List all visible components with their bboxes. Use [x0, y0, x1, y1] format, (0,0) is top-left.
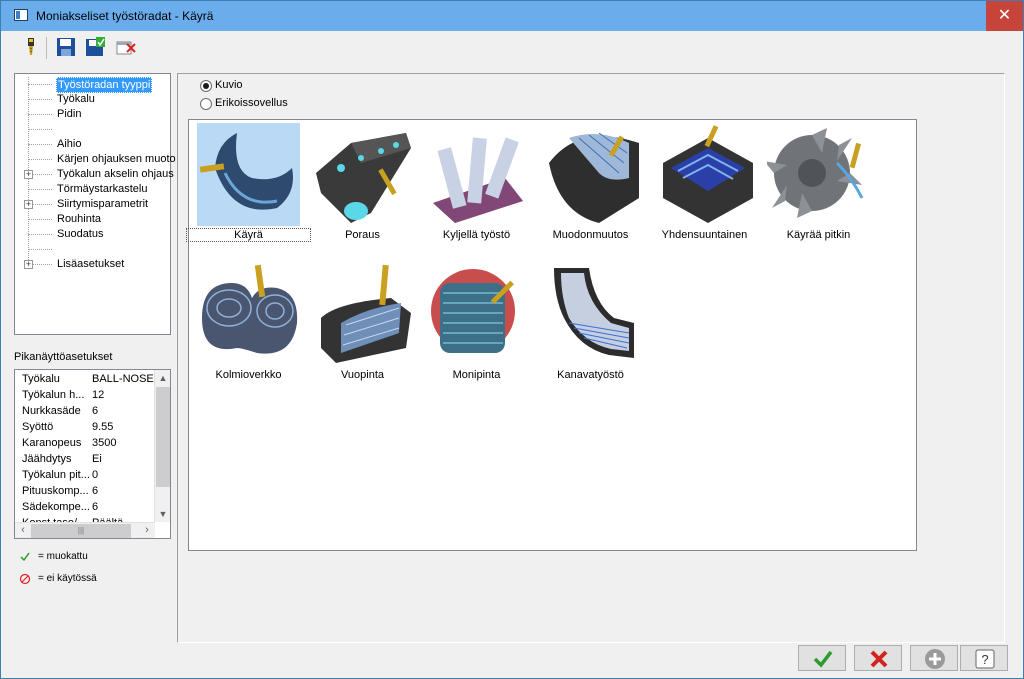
- tree-item-tool[interactable]: Työkalu: [15, 92, 170, 107]
- toolpath-swarf[interactable]: Kyljellä työstö: [425, 123, 537, 253]
- save-icon[interactable]: [55, 36, 77, 58]
- radio-button[interactable]: [200, 98, 212, 110]
- tree-item-tool-axis[interactable]: + Työkalun akselin ohjaus: [15, 167, 174, 182]
- grid-row[interactable]: Nurkkasäde 6: [15, 404, 155, 420]
- swarf-thumbnail: [425, 123, 528, 226]
- ok-icon: [813, 650, 833, 668]
- add-icon: [925, 649, 945, 669]
- window-title: Moniakseliset työstöradat - Käyrä: [36, 9, 214, 23]
- along-curve-thumbnail: [764, 123, 870, 226]
- drilling-thumbnail: [311, 123, 414, 226]
- grid-row[interactable]: Karanopeus 3500: [15, 436, 155, 452]
- app-icon: [14, 9, 28, 21]
- grid-row[interactable]: Pituuskomp... 6: [15, 484, 155, 500]
- delete-icon[interactable]: [115, 36, 137, 58]
- expand-icon[interactable]: +: [24, 200, 33, 209]
- cancel-button[interactable]: [854, 645, 902, 671]
- grid-row[interactable]: Työkalu BALL-NOSE ...: [15, 372, 166, 388]
- mesh-thumbnail: [197, 263, 300, 366]
- tree-item-empty: [15, 242, 170, 257]
- toolpath-flowline[interactable]: Vuopinta: [311, 263, 423, 393]
- help-icon: ?: [975, 649, 995, 669]
- morph-thumbnail: [539, 123, 642, 226]
- expand-icon[interactable]: +: [24, 260, 33, 269]
- radio-button[interactable]: [200, 80, 212, 92]
- tree-item-empty: [15, 122, 170, 137]
- toolpath-mesh[interactable]: Kolmioverkko: [197, 263, 309, 393]
- expand-icon[interactable]: +: [24, 170, 33, 179]
- vertical-scrollbar[interactable]: ▲ ▼: [154, 370, 170, 522]
- tree-item-filter[interactable]: Suodatus: [15, 227, 170, 242]
- title-bar[interactable]: Moniakseliset työstöradat - Käyrä ✕: [1, 1, 1023, 31]
- scroll-thumb[interactable]: |||: [31, 524, 131, 538]
- toolpath-parallel[interactable]: Yhdensuuntainen: [653, 123, 765, 253]
- ok-button[interactable]: [798, 645, 846, 671]
- toolbar: [1, 31, 1023, 65]
- cancel-icon: [870, 650, 888, 668]
- tree-item-collision[interactable]: Törmäystarkastelu: [15, 182, 170, 197]
- scroll-up-icon[interactable]: ▲: [155, 370, 170, 386]
- save-as-icon[interactable]: [84, 36, 106, 58]
- horizontal-scrollbar[interactable]: ‹ ||| ›: [15, 522, 155, 538]
- parallel-thumbnail: [653, 123, 756, 226]
- scroll-left-icon[interactable]: ‹: [15, 523, 31, 538]
- toolpath-along-curve[interactable]: Käyrää pitkin: [764, 123, 879, 253]
- quick-settings-grid[interactable]: Työkalu BALL-NOSE ... Työkalun h... 12 Nur…: [14, 369, 171, 539]
- help-button[interactable]: ?: [960, 645, 1008, 671]
- tree-item-roughing[interactable]: Rouhinta: [15, 212, 170, 227]
- prohibited-icon: [19, 573, 31, 585]
- tree-item-toolpath-type[interactable]: Työstöradan tyyppi: [15, 77, 170, 93]
- tree-item-tip-control[interactable]: Kärjen ohjauksen muoto: [15, 152, 176, 167]
- toolbar-separator: [46, 37, 47, 59]
- tree-item-linking[interactable]: + Siirtymisparametrit: [15, 197, 170, 212]
- port-thumbnail: [539, 263, 642, 366]
- toolpath-morph[interactable]: Muodonmuutos: [539, 123, 651, 253]
- toolpath-multi-surface[interactable]: Monipinta: [425, 263, 537, 393]
- tree-item-advanced[interactable]: + Lisäasetukset: [15, 257, 170, 272]
- quick-settings-title: Pikanäyttöasetukset: [14, 351, 113, 363]
- bottom-button-bar: ?: [1, 643, 1023, 679]
- tree-item-holder[interactable]: Pidin: [15, 107, 170, 122]
- tool-icon[interactable]: [20, 36, 42, 58]
- multi-surface-thumbnail: [425, 263, 528, 366]
- grid-row[interactable]: Syöttö 9.55: [15, 420, 155, 436]
- grid-row[interactable]: Jäähdytys Ei: [15, 452, 155, 468]
- toolpath-curve[interactable]: Käyrä: [186, 123, 311, 253]
- scroll-right-icon[interactable]: ›: [139, 523, 155, 538]
- window: Moniakseliset työstöradat - Käyrä ✕ Työs…: [0, 0, 1024, 679]
- checkmark-icon: [20, 552, 30, 562]
- toolpath-port[interactable]: Kanavatyöstö: [539, 263, 651, 393]
- scroll-down-icon[interactable]: ▼: [155, 506, 170, 522]
- add-button[interactable]: [910, 645, 958, 671]
- radio-special[interactable]: Erikoissovellus: [200, 97, 380, 111]
- curve-thumbnail: [197, 123, 300, 226]
- toolpath-gallery[interactable]: Käyrä Poraus Kyljellä työstö Muodonmuuto…: [186, 119, 917, 551]
- grid-row[interactable]: Työkalun pit... 0: [15, 468, 155, 484]
- radio-pattern[interactable]: Kuvio: [200, 79, 380, 93]
- toolpath-drilling[interactable]: Poraus: [311, 123, 423, 253]
- close-button[interactable]: ✕: [986, 1, 1023, 31]
- svg-text:?: ?: [981, 652, 988, 667]
- flowline-thumbnail: [311, 263, 414, 366]
- settings-tree[interactable]: Työstöradan tyyppi Työkalu Pidin Aihio K…: [14, 73, 176, 335]
- grid-row[interactable]: Sädekompe... 6: [15, 500, 155, 516]
- scroll-thumb[interactable]: [156, 387, 170, 487]
- tree-item-stock[interactable]: Aihio: [15, 137, 170, 152]
- grid-row[interactable]: Työkalun h... 12: [15, 388, 155, 404]
